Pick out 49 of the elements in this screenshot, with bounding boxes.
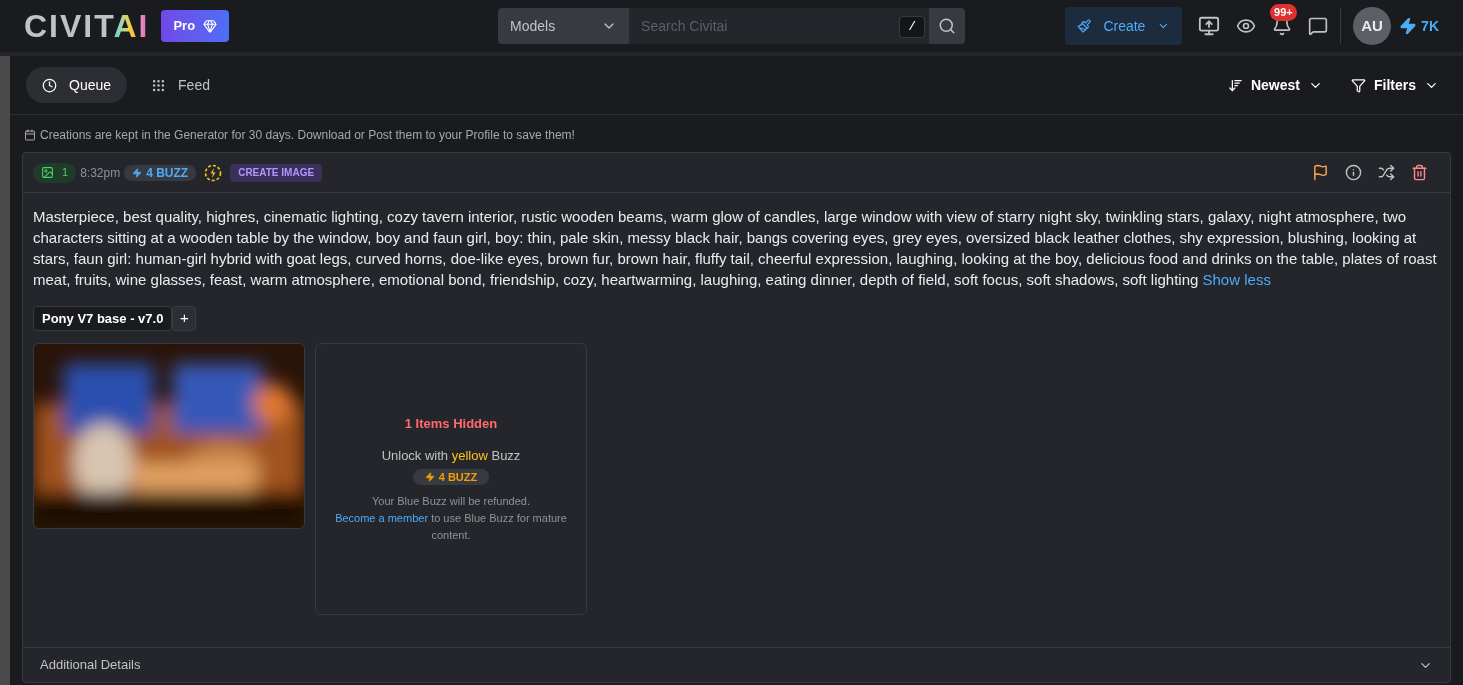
shuffle-icon[interactable] bbox=[1378, 164, 1395, 181]
unlock-text: Unlock with yellow Buzz bbox=[381, 446, 521, 465]
sort-button[interactable]: Newest bbox=[1227, 74, 1323, 96]
price-badge: 4 BUZZ bbox=[412, 469, 490, 485]
image-count-badge: 1 bbox=[33, 162, 77, 183]
cost-badge: 4 BUZZ bbox=[124, 164, 197, 181]
scrollbar[interactable] bbox=[0, 56, 10, 685]
chat-icon[interactable] bbox=[1308, 16, 1329, 36]
filter-icon bbox=[1351, 77, 1366, 93]
show-less-link[interactable]: Show less bbox=[1202, 271, 1271, 288]
pro-badge[interactable]: Pro bbox=[161, 10, 230, 42]
calendar-icon bbox=[24, 129, 36, 141]
type-badge: CREATE IMAGE bbox=[230, 163, 323, 182]
logo[interactable]: CIVITAI bbox=[24, 10, 150, 42]
brush-icon bbox=[1077, 17, 1092, 35]
bolt-icon bbox=[1399, 17, 1418, 35]
tab[interactable]: Feed bbox=[135, 67, 226, 103]
search-scope-select[interactable]: Models bbox=[498, 8, 630, 44]
retention-notice: Creations are kept in the Generator for 30 days. Download or Post them to your Profile to save them! bbox=[40, 127, 575, 144]
monitor-icon[interactable] bbox=[1198, 15, 1221, 37]
tab[interactable]: Queue bbox=[26, 67, 128, 103]
model-tag: Pony V7 base - v7.0 bbox=[33, 306, 173, 331]
info-icon[interactable] bbox=[1345, 164, 1362, 181]
filters-button[interactable]: Filters bbox=[1351, 74, 1439, 96]
prompt-text: Masterpiece, best quality, highres, cinematic lighting, cozy tavern interior, rustic wooden beams, warm glow of candles, large window with view of starry night sky, twinkling stars, galaxy, night atmosphere, two characters sitting at a wooden table by the window, boy and faun girl, boy: thin, pale skin, messy black hair, bangs covering eyes, grey eyes, oversized black leather clothes, shy expression, blushing, looking at stars, faun girl: human-girl hybrid with goat legs, curved horns, doe-like eyes, brown fur, brown hair, fluffy tail, cheerful expression, laughing, looking at the boy, delicious food and drinks on the table, plates of roast meat, fruits, wine glasses, feast, warm atmosphere, emotional bond, friendship, cozy, heartwarming, laughing, eating dinner, depth of field, soft focus, soft shadows, soft lighting Show less bbox=[33, 207, 1438, 290]
buzz-status-icon bbox=[204, 163, 223, 182]
buzz-balance[interactable]: 7K bbox=[1399, 15, 1439, 37]
notification-badge: 99+ bbox=[1270, 4, 1297, 21]
create-button[interactable]: Create bbox=[1065, 7, 1183, 45]
trash-icon[interactable] bbox=[1411, 164, 1428, 181]
add-button[interactable]: + bbox=[172, 306, 197, 331]
flag-icon[interactable] bbox=[1312, 164, 1329, 181]
grid-icon bbox=[151, 77, 167, 93]
clock-icon bbox=[42, 77, 57, 93]
sort-icon bbox=[1227, 77, 1243, 93]
member-link[interactable]: Become a member bbox=[335, 512, 429, 524]
search-button[interactable] bbox=[929, 8, 966, 44]
job-time: 8:32pm bbox=[80, 164, 121, 182]
shortcut-key: / bbox=[899, 16, 926, 38]
eye-icon[interactable] bbox=[1236, 16, 1257, 36]
diamond-icon bbox=[203, 19, 218, 33]
additional-details-toggle[interactable]: Additional Details bbox=[23, 647, 1450, 682]
bolt-icon bbox=[424, 472, 435, 482]
bolt-icon bbox=[132, 167, 143, 178]
hidden-title: 1 Items Hidden bbox=[404, 415, 498, 433]
image-icon bbox=[41, 166, 54, 179]
avatar[interactable]: AU bbox=[1353, 7, 1392, 45]
search-icon bbox=[938, 17, 957, 35]
refund-note: Your Blue Buzz will be refunded. Become a member to use Blue Buzz for mature content. bbox=[334, 494, 568, 543]
